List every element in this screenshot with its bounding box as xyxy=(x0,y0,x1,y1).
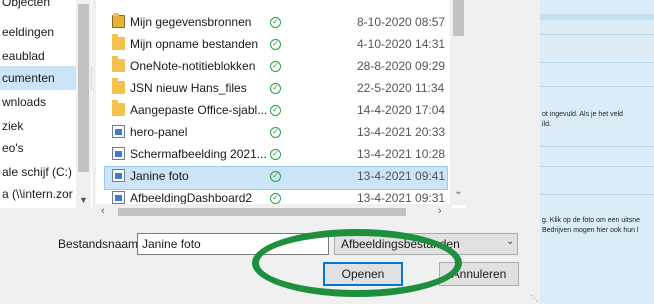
folder-icon xyxy=(112,34,125,50)
background-divider xyxy=(540,146,654,147)
background-bar xyxy=(540,14,654,20)
background-divider xyxy=(540,166,654,167)
filename-label: Bestandsnaam: xyxy=(58,237,142,251)
file-name: Janine foto xyxy=(130,169,189,183)
background-text: g. Klik op de foto om een uitsne xyxy=(542,217,641,224)
image-file-icon xyxy=(112,125,125,138)
background-divider xyxy=(540,62,654,63)
folder-open-icon xyxy=(112,13,125,28)
sync-ok-check-icon: ✓ xyxy=(270,39,281,50)
file-date: 13-4-2021 10:28 xyxy=(357,147,446,161)
image-file-icon xyxy=(112,147,125,160)
horizontal-scrollbar-thumb[interactable] xyxy=(118,208,406,216)
nav-item-label: eaublad xyxy=(2,49,45,63)
file-list-scrollbar-thumb[interactable] xyxy=(453,0,464,36)
background-page xyxy=(540,0,654,304)
file-date: 13-4-2021 09:41 xyxy=(357,169,446,183)
background-text: ot ingevuld. Als je het veld xyxy=(542,111,623,118)
file-name: Mijn opname bestanden xyxy=(130,37,259,51)
file-date: 14-4-2020 17:04 xyxy=(357,103,446,117)
filename-input[interactable]: Janine foto xyxy=(137,233,329,255)
nav-item-label: a (\\intern.zor xyxy=(2,187,73,201)
nav-item-label: ziek xyxy=(2,119,24,133)
file-name: OneNote-notitieblokken xyxy=(130,59,256,73)
file-date: 28-8-2020 09:29 xyxy=(357,59,446,73)
nav-item-label: eeldingen xyxy=(2,25,55,39)
folder-icon xyxy=(112,100,125,116)
image-file-icon xyxy=(112,191,125,204)
file-date: 8-10-2020 08:57 xyxy=(357,15,446,29)
image-file-icon xyxy=(112,169,125,182)
file-name: JSN nieuw Hans_files xyxy=(130,81,247,95)
file-date: 13-4-2021 09:31 xyxy=(357,191,446,205)
background-divider xyxy=(540,86,654,87)
scroll-left-chevron-icon[interactable]: ‹ xyxy=(101,205,105,217)
background-divider xyxy=(540,194,654,195)
chevron-down-icon[interactable]: ⌄ xyxy=(506,236,514,247)
file-name: Mijn gegevensbronnen xyxy=(130,15,252,29)
sync-ok-check-icon: ✓ xyxy=(270,105,281,116)
nav-item-label: Objecten xyxy=(2,0,51,9)
folder-icon xyxy=(112,56,125,72)
sync-ok-check-icon: ✓ xyxy=(270,83,281,94)
nav-item-label: wnloads xyxy=(2,95,47,109)
file-name: Schermafbeelding 2021... xyxy=(130,147,267,161)
nav-item-label: eo's xyxy=(2,141,24,155)
file-type-filter-select[interactable]: Afbeeldingsbestanden xyxy=(334,233,518,255)
sync-ok-check-icon: ✓ xyxy=(270,171,281,182)
sync-ok-check-icon: ✓ xyxy=(270,149,281,160)
scroll-right-chevron-icon[interactable]: › xyxy=(438,205,442,217)
sync-ok-check-icon: ✓ xyxy=(270,17,281,28)
nav-scroll-down-icon[interactable]: ▼ xyxy=(76,195,91,205)
file-name: hero-panel xyxy=(130,125,188,139)
background-divider xyxy=(540,34,654,35)
file-name: AfbeeldingDashboard2 xyxy=(130,191,253,205)
file-date: 13-4-2021 20:33 xyxy=(357,125,446,139)
nav-item-label: ale schijf (C:) xyxy=(2,165,73,179)
file-name: Aangepaste Office-sjabl... xyxy=(130,103,268,117)
nav-scrollbar-thumb[interactable] xyxy=(78,4,89,172)
folder-icon xyxy=(112,78,125,94)
background-text: Bedrijven mogen hier ook hun l xyxy=(542,227,639,234)
file-date: 4-10-2020 14:31 xyxy=(357,37,446,51)
cancel-button[interactable]: Annuleren xyxy=(439,262,519,286)
open-button[interactable]: Openen xyxy=(323,262,403,286)
nav-item-label: cumenten xyxy=(2,71,55,85)
sync-ok-check-icon: ✓ xyxy=(270,61,281,72)
background-text: ild. xyxy=(542,121,551,128)
sync-ok-check-icon: ✓ xyxy=(270,193,281,204)
sync-ok-check-icon: ✓ xyxy=(270,127,281,138)
resize-grip-icon[interactable]: ⋱ xyxy=(530,294,538,303)
scroll-down-chevron-icon[interactable]: ⌄ xyxy=(450,186,467,197)
file-date: 22-5-2020 11:34 xyxy=(357,81,445,95)
